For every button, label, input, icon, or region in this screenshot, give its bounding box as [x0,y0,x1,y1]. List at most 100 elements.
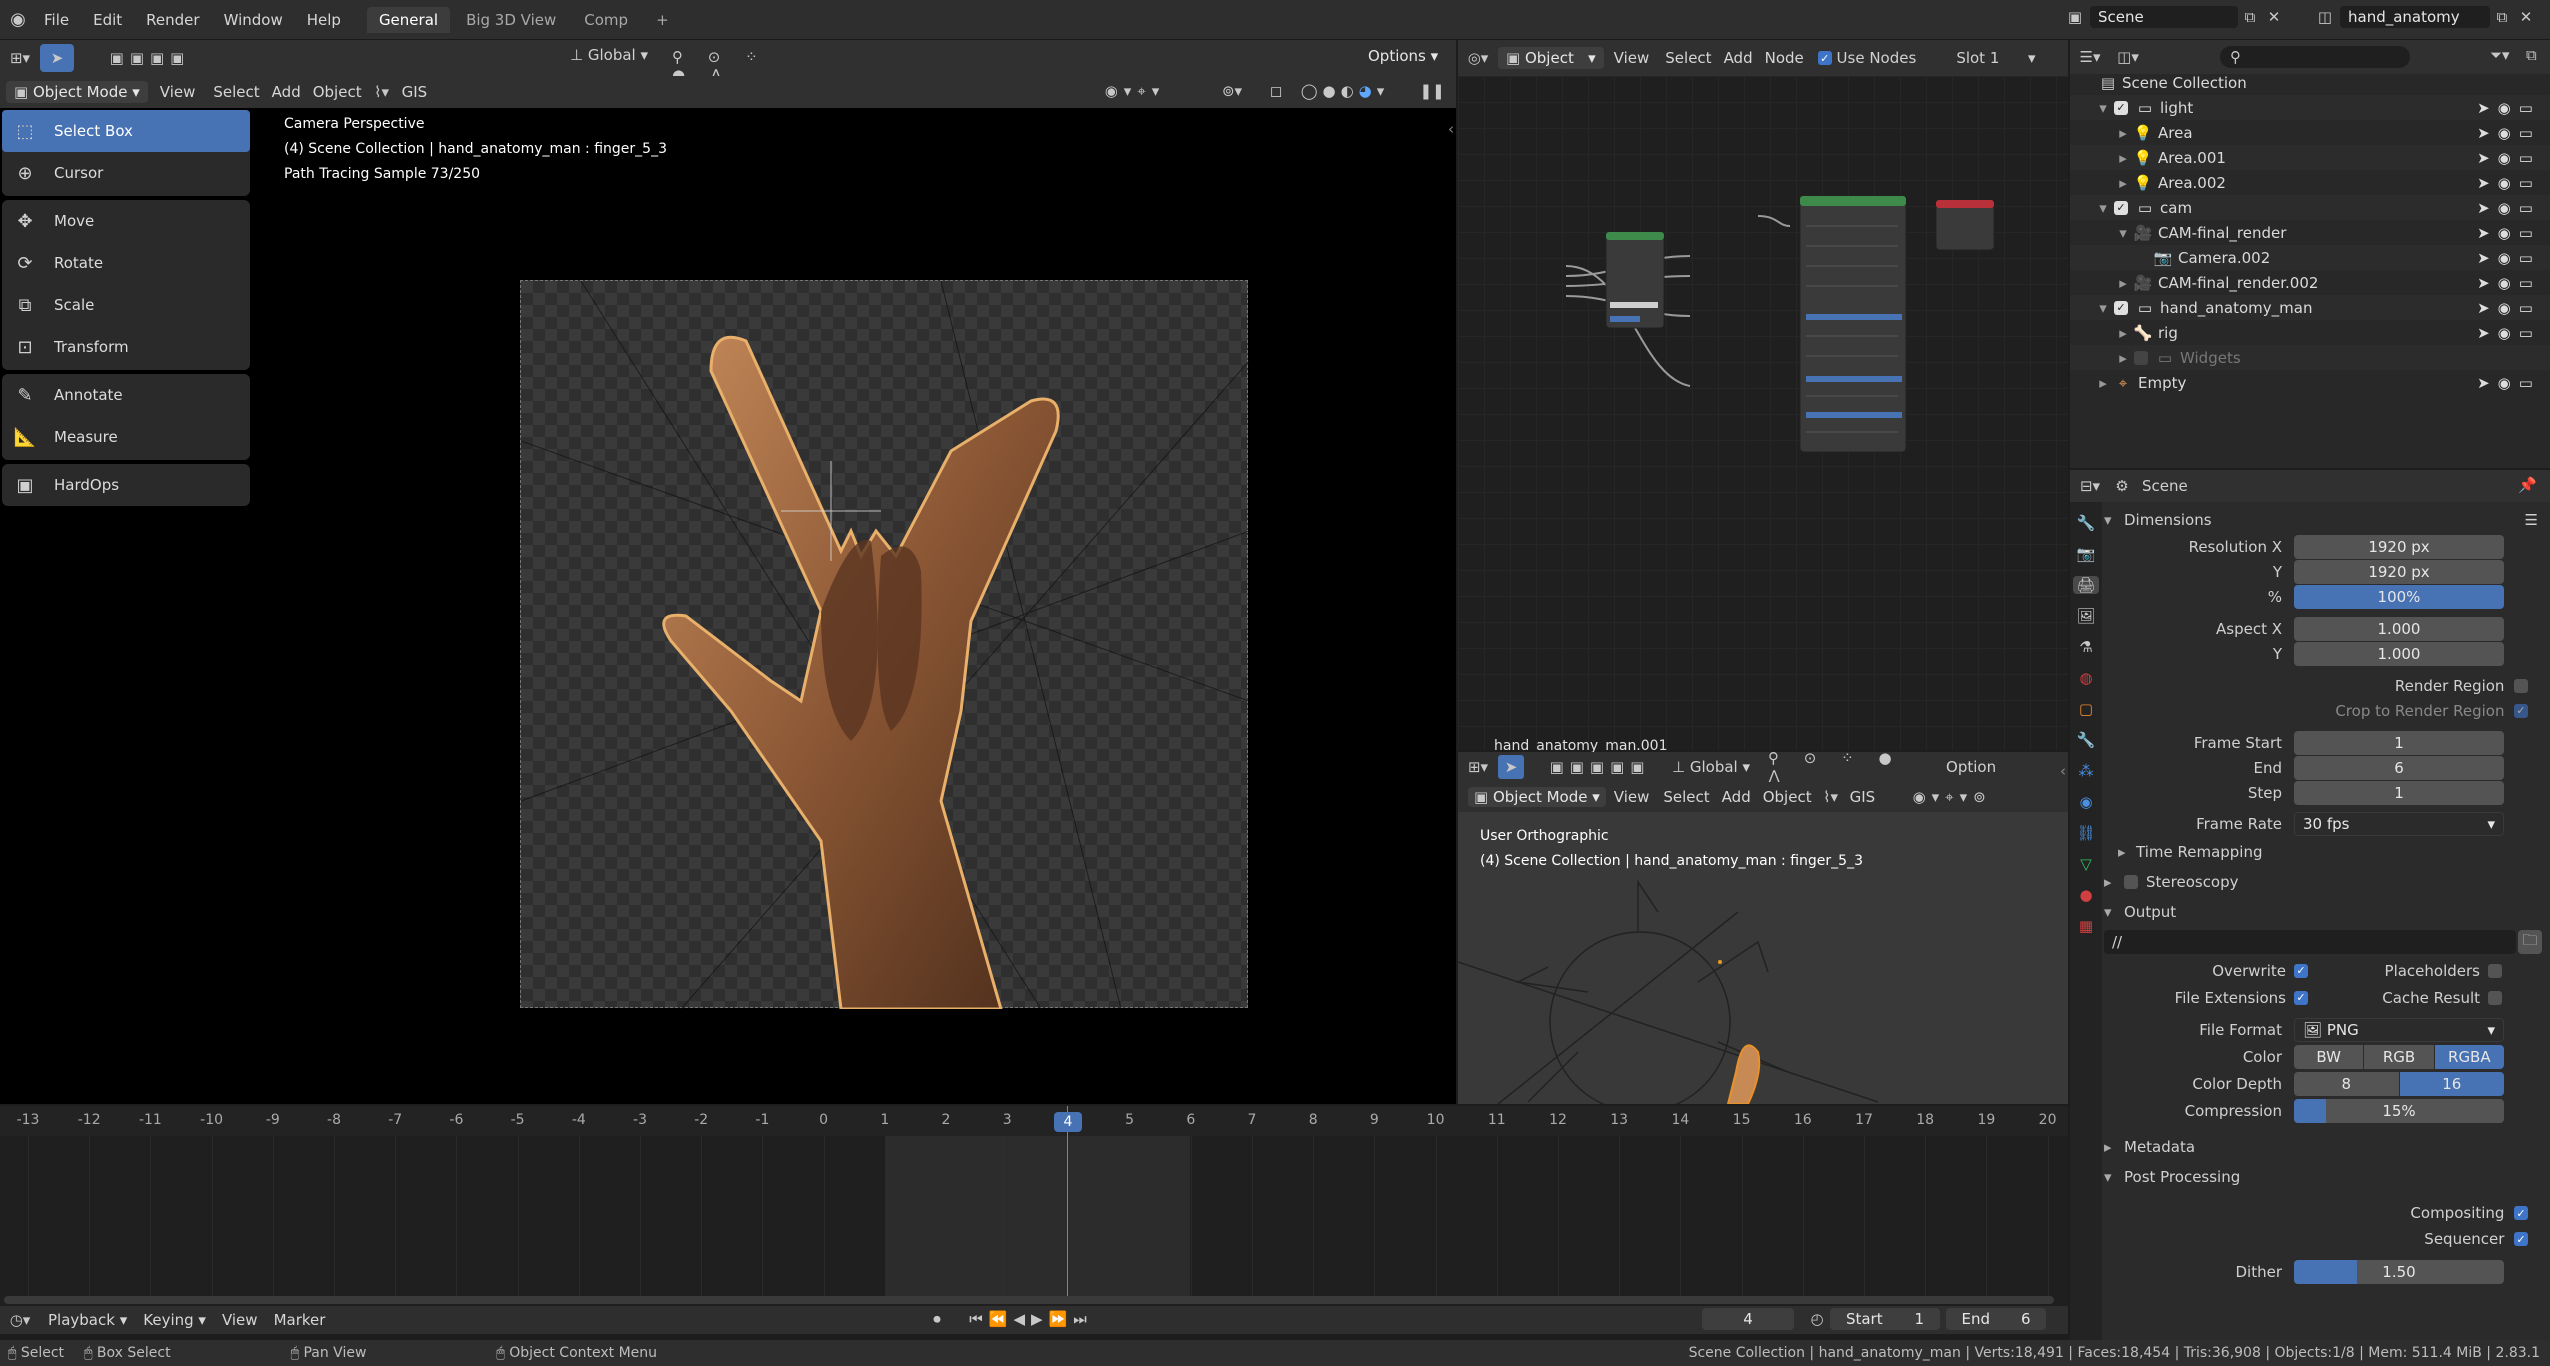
timeline-tick-label[interactable]: -10 [200,1112,224,1128]
add-workspace-icon[interactable]: + [644,7,681,33]
vp-menu-view[interactable]: View [148,76,208,108]
timeline-ruler[interactable]: -13-12-11-10-9-8-7-6-5-4-3-2-10123456789… [0,1106,2068,1136]
timeline-editor-type-icon[interactable]: ◷▾ [0,1311,40,1329]
restrict-toggles[interactable]: ➤◉▭ [2474,274,2544,292]
shader-type-dropdown[interactable]: ▣ Object ▾ [1498,47,1604,69]
post-processing-panel-header[interactable]: ▾ Post Processing [2104,1162,2550,1192]
tool-measure[interactable]: 📐 Measure [2,416,250,458]
outliner-row[interactable]: ▸ ▭ Widgets [2070,345,2550,370]
outliner-row[interactable]: ▸ 💡 Area.002 ➤◉▭ [2070,170,2550,195]
timeline-tick-label[interactable]: -5 [506,1112,530,1128]
blender-logo-icon[interactable]: ◉ [4,9,32,30]
tool-annotate[interactable]: ✎ Annotate [2,374,250,416]
modifier-tab-icon[interactable]: 🔧 [2077,731,2096,749]
vp-menu-select[interactable]: Select [207,76,265,108]
disclosure-icon[interactable]: ▸ [2116,349,2130,367]
timeline-tick-label[interactable]: 3 [995,1112,1019,1128]
restrict-toggles[interactable]: ➤◉▭ [2474,124,2544,142]
tool-rotate[interactable]: ⟳ Rotate [2,242,250,284]
record-icon[interactable]: ⏺ [926,1310,948,1328]
remove-view-layer-icon[interactable]: ✕ [2514,8,2538,26]
render-region-checkbox[interactable] [2514,679,2528,693]
sv-snap-icons[interactable]: ⚲ ⊙ ⁘ ● ⋀ [1768,749,1938,785]
new-view-layer-icon[interactable]: ⧉ [2490,8,2514,26]
frame-start-field[interactable]: 1 [2294,731,2504,755]
outliner-row[interactable]: ▾ 🎥 CAM-final_render ➤◉▭ [2070,220,2550,245]
vp-menu-gis[interactable]: GIS [396,76,434,108]
timeline-tick-label[interactable]: 8 [1301,1112,1325,1128]
frame-end-field[interactable]: 6 [2294,755,2504,780]
tl-menu-view[interactable]: View [214,1306,266,1334]
sv-visibility-icons[interactable]: ◉▾⌖▾⊚ [1907,788,1997,806]
time-remapping-subpanel[interactable]: ▸ Time Remapping [2104,837,2550,867]
file-format-dropdown[interactable]: 🖼 PNG ▾ [2294,1018,2504,1042]
new-scene-icon[interactable]: ⧉ [2238,8,2262,26]
vp-menu-add[interactable]: Add [266,76,307,108]
slot-dropdown[interactable]: Slot 1 ▾ [1956,49,2035,67]
sv-orientation-dropdown[interactable]: ⊥ Global ▾ [1672,758,1750,776]
restrict-toggles[interactable]: ➤◉▭ [2474,99,2544,117]
menu-keying[interactable]: Keying ▾ [135,1306,214,1334]
output-path-input[interactable]: // [2104,930,2516,954]
timeline-tick-label[interactable]: -9 [261,1112,285,1128]
disclosure-icon[interactable]: ▾ [2116,224,2130,242]
disclosure-icon[interactable]: ▾ [2096,299,2110,317]
restrict-toggles[interactable]: ➤◉▭ [2474,324,2544,342]
timeline-tick-label[interactable]: -7 [383,1112,407,1128]
depth-8-option[interactable]: 8 [2294,1071,2399,1096]
world-tab-icon[interactable]: ◍ [2079,669,2092,687]
disclosure-icon[interactable]: ▾ [2096,99,2110,117]
menu-file[interactable]: File [32,0,81,40]
restrict-toggles[interactable]: ➤◉▭ [2474,149,2544,167]
timeline-tick-label[interactable]: 1 [873,1112,897,1128]
gis-icon[interactable]: ⌇▾ [368,83,396,101]
use-nodes-checkbox[interactable]: ✓ [1817,51,1832,65]
disclosure-icon[interactable]: ▸ [2116,149,2130,167]
overlays-icon[interactable]: ⊚▾ [1208,82,1256,100]
node-canvas[interactable]: hand_anatomy_man.001 [1458,76,2068,754]
texture-tab-icon[interactable]: ▦ [2079,917,2093,935]
orientation-dropdown[interactable]: ⊥ Global ▾ [570,46,648,64]
restrict-toggles[interactable]: ➤◉▭ [2474,224,2544,242]
outliner-row[interactable]: ▸ 🎥 CAM-final_render.002 ➤◉▭ [2070,270,2550,295]
menu-help[interactable]: Help [295,0,353,40]
viewport-3d[interactable]: ⊞▾ ➤ ▣▣▣▣ ⊥ Global ▾ ⚲ ⊙ ⁘ ● ⋀ Options ▾… [0,40,1456,1104]
timeline-tick-label[interactable]: -2 [689,1112,713,1128]
color-rgba-option[interactable]: RGBA [2434,1044,2504,1069]
preview-range-icon[interactable]: ◴ [1806,1310,1828,1328]
exclude-checkbox[interactable]: ✓ [2114,100,2128,115]
timeline[interactable]: -13-12-11-10-9-8-7-6-5-4-3-2-10123456789… [0,1106,2068,1334]
dither-slider[interactable]: 1.50 [2294,1260,2504,1284]
output-panel-header[interactable]: ▾ Output [2104,897,2550,927]
constraints-tab-icon[interactable]: ⛓ [2076,824,2095,842]
scene-icon[interactable]: ▣ [2060,8,2090,26]
end-frame-field[interactable]: End 6 [1946,1308,2046,1330]
restrict-toggles[interactable]: ➤◉▭ [2474,249,2544,267]
timeline-tick-label[interactable]: 2 [934,1112,958,1128]
compositing-checkbox[interactable]: ✓ [2514,1206,2528,1220]
color-bw-option[interactable]: BW [2294,1044,2364,1069]
pin-icon[interactable]: 📌 [2518,476,2537,494]
view-layer-icon[interactable]: ◫ [2310,8,2340,26]
start-frame-field[interactable]: Start 1 [1830,1308,1940,1330]
outliner-row[interactable]: ▾ ✓ ▭ light ➤◉▭ [2070,95,2550,120]
disclosure-icon[interactable]: ▸ [2116,124,2130,142]
folder-icon[interactable]: 🗀 [2518,930,2542,954]
cache-result-checkbox[interactable] [2488,990,2502,1005]
menu-render[interactable]: Render [134,0,211,40]
timeline-tick-label[interactable]: 15 [1730,1112,1754,1128]
depth-16-option[interactable]: 16 [2399,1071,2504,1096]
exclude-checkbox[interactable]: ✓ [2114,200,2128,215]
timeline-tick-label[interactable]: -13 [16,1112,40,1128]
ne-menu-add[interactable]: Add [1718,38,1759,78]
compression-slider[interactable]: 15% [2294,1098,2504,1123]
timeline-tick-label[interactable]: -3 [628,1112,652,1128]
stereoscopy-checkbox[interactable] [2124,875,2138,889]
tab-big-3d-view[interactable]: Big 3D View [454,7,568,33]
ne-menu-node[interactable]: Node [1759,38,1810,78]
visibility-icons[interactable]: ◉▾⌖▾ [1100,82,1170,100]
timeline-tick-label[interactable]: 12 [1546,1112,1570,1128]
timeline-tick-label[interactable]: 17 [1852,1112,1876,1128]
restrict-toggles[interactable]: ➤◉▭ [2474,199,2544,217]
outliner-row[interactable]: ▸ 💡 Area ➤◉▭ [2070,120,2550,145]
